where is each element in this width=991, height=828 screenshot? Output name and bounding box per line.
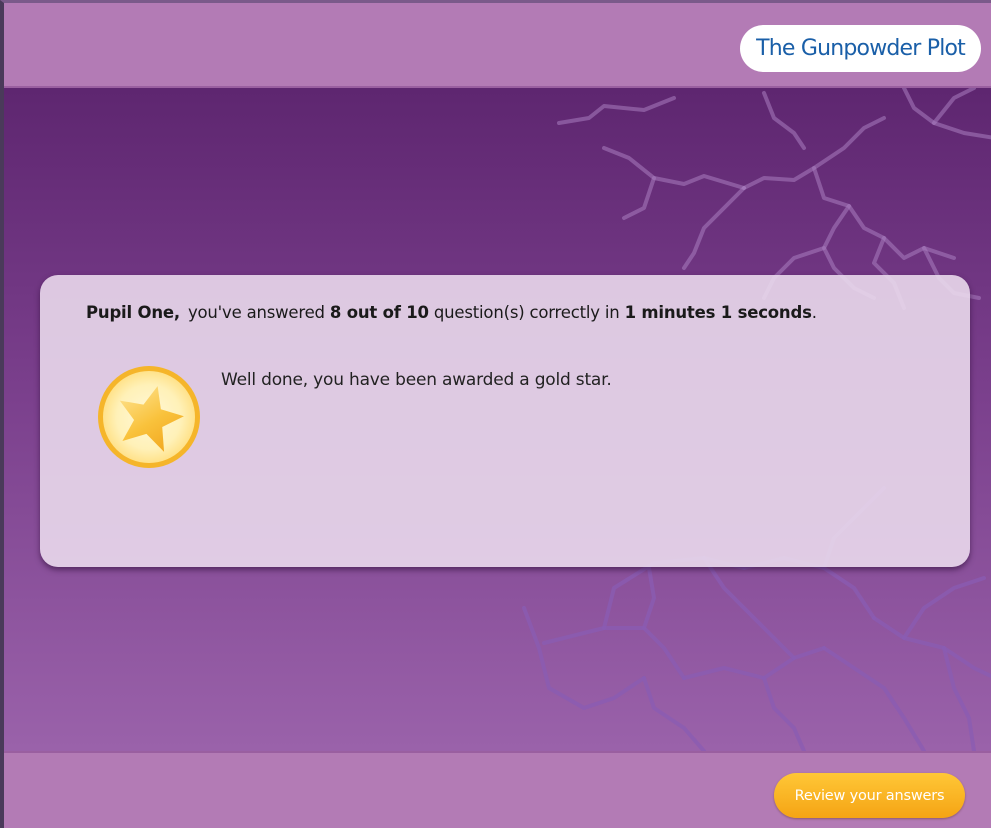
score-summary: Pupil One, you've answered 8 out of 10 qu… [86, 303, 946, 322]
quiz-results-screen: The Gunpowder Plot Pupil One, you've ans… [0, 0, 991, 828]
page-title: The Gunpowder Plot [756, 36, 966, 61]
award-message: Well done, you have been awarded a gold … [221, 370, 612, 390]
answered-prefix-text: you've answered [187, 303, 325, 322]
end-punctuation: . [811, 303, 817, 322]
pupil-name: Pupil One, [86, 303, 180, 322]
title-badge: The Gunpowder Plot [740, 25, 981, 72]
results-card: Pupil One, you've answered 8 out of 10 qu… [40, 275, 970, 567]
time-value: 1 minutes 1 seconds [624, 303, 812, 322]
middle-text: question(s) correctly in [433, 303, 620, 322]
main-area: Pupil One, you've answered 8 out of 10 qu… [4, 88, 991, 751]
review-answers-button[interactable]: Review your answers [774, 773, 965, 818]
footer-bar: Review your answers [4, 751, 991, 828]
gold-star-icon [98, 366, 200, 468]
header-bar: The Gunpowder Plot [4, 3, 991, 88]
score-value: 8 out of 10 [329, 303, 429, 322]
